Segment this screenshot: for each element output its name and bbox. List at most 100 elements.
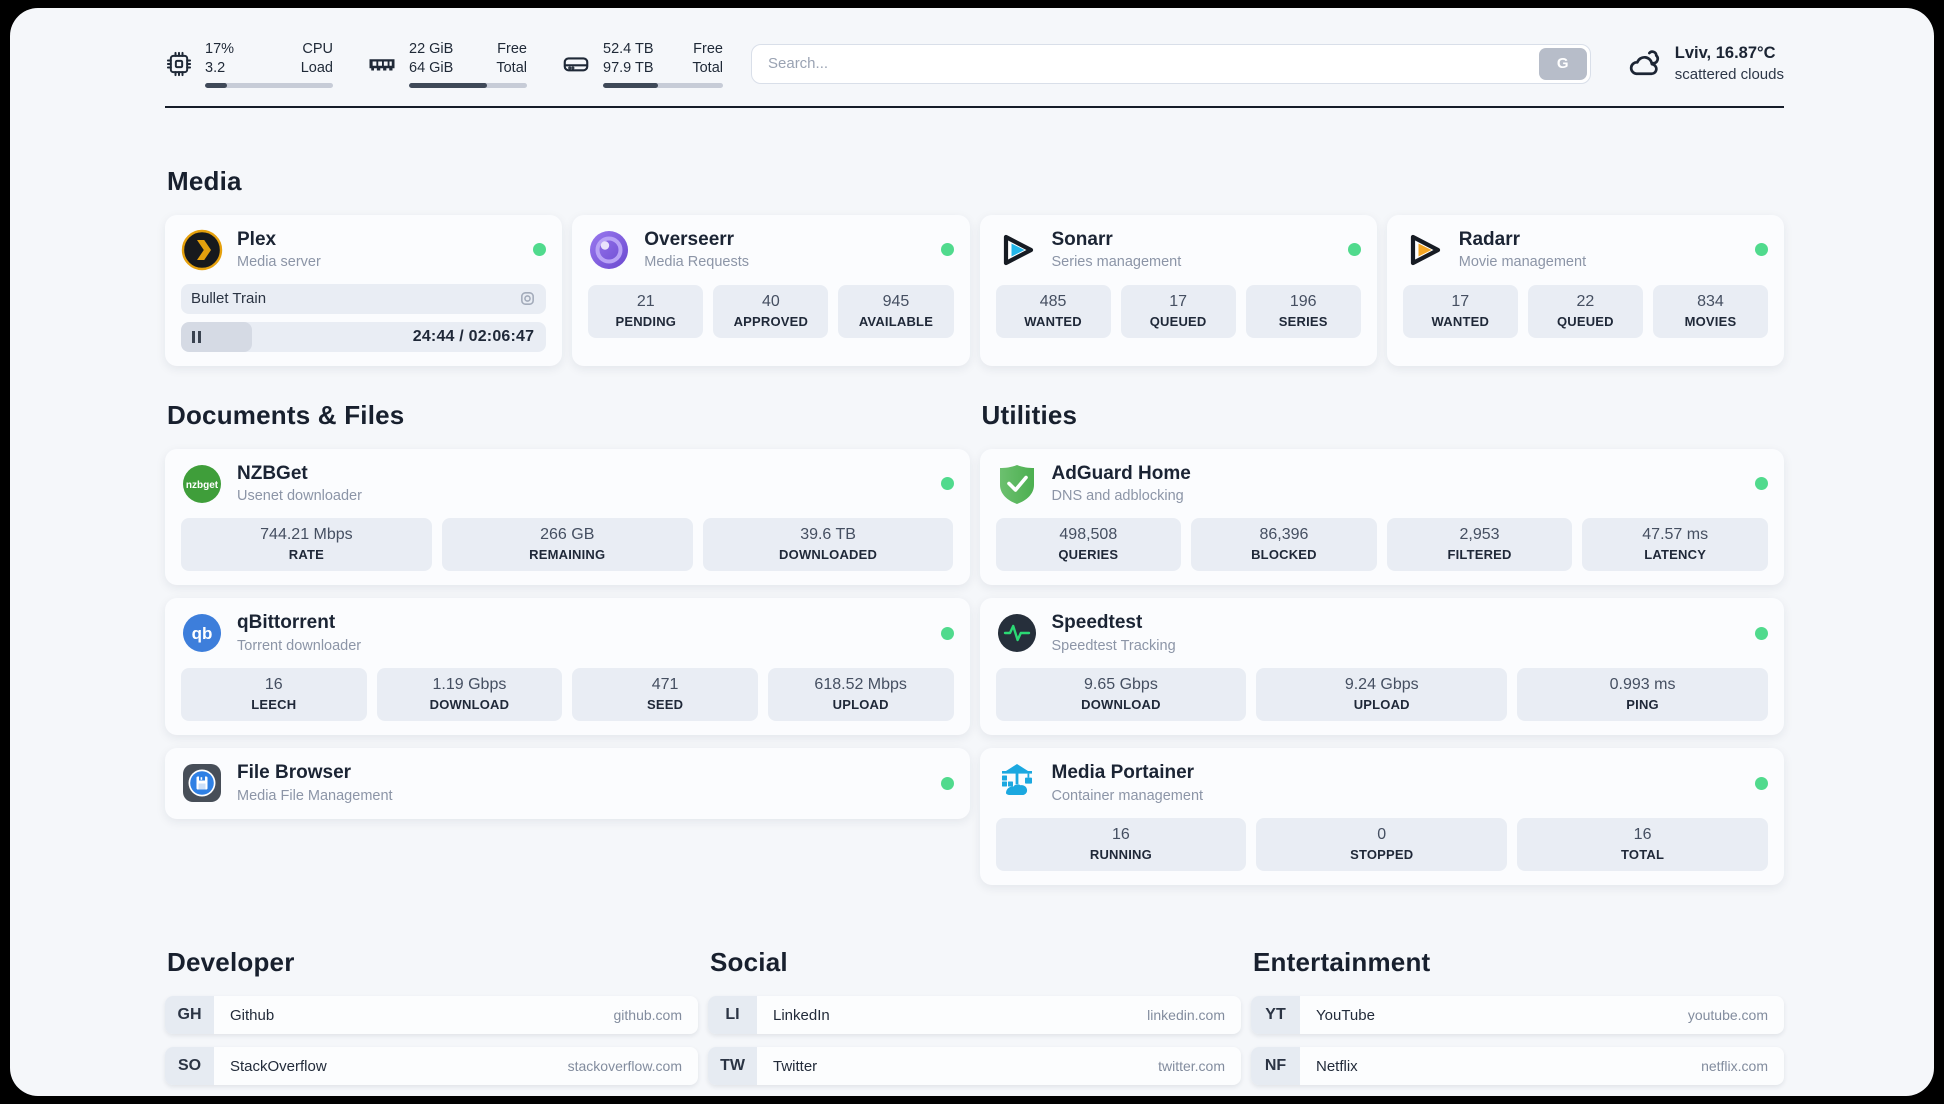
section-documents-files: Documents & Files nzbget NZBGet Usenet d… (165, 400, 970, 886)
app-subtitle: Media Requests (644, 254, 750, 271)
cpu-label-1: CPU (302, 41, 333, 57)
bookmark-twitter[interactable]: TW Twitter twitter.com (708, 1047, 1241, 1086)
disk-icon (561, 49, 591, 79)
section-utilities: Utilities AdGuard Home DNS and adblockin… (979, 400, 1784, 886)
bookmark-abbr: GH (165, 996, 214, 1035)
stat-download: 1.19 Gbps DOWNLOAD (376, 668, 563, 722)
app-card-nzbget[interactable]: nzbget NZBGet Usenet downloader 744.21 M… (165, 448, 970, 586)
section-social: Social LI LinkedIn linkedin.com TW Twitt… (708, 947, 1241, 1096)
stat-running: 16 RUNNING (995, 818, 1247, 872)
bookmark-url: youtube.com (1687, 1007, 1768, 1024)
bookmark-stackoverflow[interactable]: SO StackOverflow stackoverflow.com (165, 1047, 698, 1086)
stat-wanted: 485 WANTED (995, 284, 1111, 338)
app-subtitle: Series management (1051, 254, 1182, 271)
now-playing-title: Bullet Train (191, 290, 267, 308)
status-dot (1755, 626, 1768, 640)
stat-queued: 17 QUEUED (1120, 284, 1236, 338)
bookmark-url: linkedin.com (1147, 1007, 1225, 1024)
ram-progress-bar (409, 82, 527, 88)
app-card-filebrowser[interactable]: File Browser Media File Management (165, 748, 970, 820)
bookmark-name: Github (230, 1006, 275, 1024)
weather-location-temp: Lviv, 16.87°C (1674, 44, 1776, 63)
video-icon (519, 290, 536, 307)
bookmark-netflix[interactable]: NF Netflix netflix.com (1251, 1047, 1784, 1086)
qbittorrent-icon: qb (181, 612, 223, 654)
app-subtitle: DNS and adblocking (1051, 488, 1184, 505)
ram-label-1: Free (497, 41, 527, 57)
ram-total-value: 64 GiB (409, 59, 454, 76)
media-section-title: Media (167, 165, 242, 196)
nzbget-icon: nzbget (181, 463, 223, 505)
stat-total: 16 TOTAL (1517, 818, 1768, 872)
app-card-overseerr[interactable]: Overseerr Media Requests 21 PENDING 40 APP… (572, 214, 970, 366)
stat-upload: 9.24 Gbps UPLOAD (1256, 668, 1508, 722)
files-section-title: Documents & Files (167, 399, 405, 430)
app-card-radarr[interactable]: Radarr Movie management 17 WANTED 22 QUEUE… (1386, 214, 1784, 366)
app-card-sonarr[interactable]: Sonarr Series management 485 WANTED 17 QUE… (979, 214, 1377, 366)
playback-time: 24:44 / 02:06:47 (412, 327, 535, 345)
cpu-metric: 17% 3.2 CPU Load (165, 40, 333, 88)
app-name: Overseerr (644, 228, 735, 250)
disk-progress-bar (603, 82, 723, 88)
bookmark-url: netflix.com (1701, 1058, 1768, 1075)
overseerr-icon (588, 229, 630, 271)
status-dot (940, 477, 954, 490)
app-name: File Browser (237, 762, 352, 784)
cloud-icon (1627, 46, 1663, 82)
speedtest-icon (996, 612, 1038, 654)
app-card-plex[interactable]: Plex Media server Bullet Train 24:44 / 0… (165, 214, 563, 366)
disk-label-1: Free (693, 41, 723, 57)
search-box: G (751, 43, 1591, 84)
weather-widget: Lviv, 16.87°C scattered clouds (1627, 43, 1784, 84)
stat-movies: 834 MOVIES (1652, 284, 1768, 338)
header-divider (165, 105, 1784, 108)
status-dot (1755, 477, 1768, 490)
search-input[interactable] (751, 43, 1591, 84)
bookmark-linkedin[interactable]: LI LinkedIn linkedin.com (708, 996, 1241, 1035)
playback-progress: 24:44 / 02:06:47 (181, 321, 547, 352)
status-dot (1347, 243, 1361, 257)
bookmark-github[interactable]: GH Github github.com (165, 996, 698, 1035)
pause-icon (192, 330, 201, 343)
bookmark-name: YouTube (1316, 1006, 1375, 1024)
app-subtitle: Usenet downloader (237, 488, 362, 505)
weather-condition: scattered clouds (1674, 65, 1784, 83)
ram-metric: 22 GiB 64 GiB Free Total (367, 40, 527, 88)
stat-remaining: 266 GB REMAINING (441, 518, 693, 572)
bookmark-youtube[interactable]: YT YouTube youtube.com (1251, 996, 1784, 1035)
app-card-adguard[interactable]: AdGuard Home DNS and adblocking 498,508 Q… (979, 448, 1784, 586)
bookmark-name: Twitter (773, 1057, 818, 1075)
stat-download: 9.65 Gbps DOWNLOAD (995, 668, 1247, 722)
svg-text:nzbget: nzbget (186, 480, 219, 491)
bookmark-url: stackoverflow.com (567, 1058, 682, 1075)
app-subtitle: Torrent downloader (237, 638, 362, 655)
filebrowser-icon (181, 762, 223, 804)
app-card-portainer[interactable]: Media Portainer Container management 16 R… (979, 748, 1784, 886)
app-card-speedtest[interactable]: Speedtest Speedtest Tracking 9.65 Gbps DO… (979, 598, 1784, 736)
cpu-icon (165, 50, 193, 78)
stat-upload: 618.52 Mbps UPLOAD (767, 668, 954, 722)
disk-label-2: Total (692, 59, 723, 76)
status-dot (940, 776, 954, 790)
status-dot (533, 243, 547, 257)
entertainment-section-title: Entertainment (1253, 947, 1431, 978)
now-playing-row: Bullet Train (181, 283, 547, 314)
social-section-title: Social (710, 947, 788, 978)
section-media: Media Plex Media server Bullet Train 24:… (165, 166, 1784, 366)
adguard-icon (996, 463, 1038, 505)
status-dot (1755, 243, 1768, 257)
section-entertainment: Entertainment YT YouTube youtube.com NF … (1251, 947, 1784, 1096)
stat-stopped: 0 STOPPED (1256, 818, 1508, 872)
top-bar: 17% 3.2 CPU Load 22 GiB 64 GiB Free Tota… (165, 40, 1784, 88)
system-metrics: 17% 3.2 CPU Load 22 GiB 64 GiB Free Tota… (165, 40, 723, 88)
disk-metric: 52.4 TB 97.9 TB Free Total (561, 40, 723, 88)
status-dot (1755, 776, 1768, 790)
app-card-qbittorrent[interactable]: qb qBittorrent Torrent downloader 16 LEEC… (165, 598, 970, 736)
bookmark-abbr: TW (708, 1047, 757, 1086)
dashboard-page: 17% 3.2 CPU Load 22 GiB 64 GiB Free Tota… (10, 8, 1934, 1096)
stat-blocked: 86,396 BLOCKED (1191, 518, 1377, 572)
search-engine-button[interactable]: G (1538, 47, 1587, 80)
bookmark-name: Netflix (1316, 1057, 1358, 1075)
app-subtitle: Movie management (1458, 254, 1587, 271)
bookmark-abbr: SO (165, 1047, 214, 1086)
